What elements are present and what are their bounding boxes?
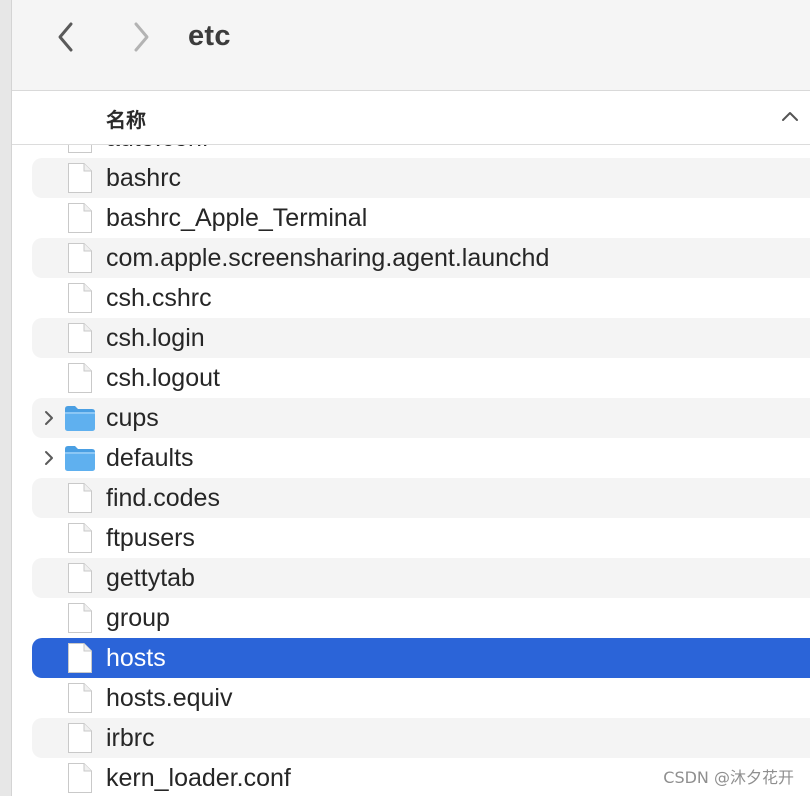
file-row[interactable]: csh.logout: [32, 358, 810, 398]
document-icon: [68, 723, 92, 753]
document-icon: [68, 283, 92, 313]
column-header-bar[interactable]: 名称: [12, 91, 810, 145]
chevron-left-icon: [58, 22, 73, 52]
file-row[interactable]: csh.login: [32, 318, 810, 358]
file-row[interactable]: find.codes: [32, 478, 810, 518]
file-name: csh.logout: [106, 364, 220, 392]
toolbar: etc: [12, 0, 810, 91]
file-row[interactable]: hosts: [32, 638, 810, 678]
chevron-up-icon[interactable]: [780, 109, 800, 123]
document-icon: [68, 163, 92, 193]
disclosure-triangle-icon[interactable]: [43, 450, 55, 466]
back-button[interactable]: [48, 19, 84, 55]
file-name: hosts: [106, 644, 166, 672]
file-name: gettytab: [106, 564, 195, 592]
file-row[interactable]: hosts.equiv: [32, 678, 810, 718]
sidebar-edge: [0, 0, 12, 796]
document-icon: [68, 643, 92, 673]
window-title: etc: [188, 20, 231, 52]
document-icon: [68, 203, 92, 233]
document-icon: [68, 763, 92, 793]
folder-row[interactable]: defaults: [32, 438, 810, 478]
document-icon: [68, 323, 92, 353]
file-name: csh.login: [106, 324, 205, 352]
file-row[interactable]: gettytab: [32, 558, 810, 598]
document-icon: [68, 243, 92, 273]
file-row[interactable]: irbrc: [32, 718, 810, 758]
document-icon: [68, 363, 92, 393]
forward-button[interactable]: [123, 19, 159, 55]
file-name: group: [106, 604, 170, 632]
file-name: kern_loader.conf: [106, 764, 291, 792]
file-row[interactable]: com.apple.screensharing.agent.launchd: [32, 238, 810, 278]
watermark: CSDN @沐夕花开: [663, 768, 794, 787]
file-name: com.apple.screensharing.agent.launchd: [106, 244, 550, 272]
file-name: cups: [106, 404, 159, 432]
chevron-right-icon: [134, 22, 149, 52]
file-name: find.codes: [106, 484, 220, 512]
file-name: bashrc_Apple_Terminal: [106, 204, 368, 232]
file-name: ftpusers: [106, 524, 195, 552]
disclosure-triangle-icon[interactable]: [43, 410, 55, 426]
file-name: irbrc: [106, 724, 155, 752]
file-name: csh.cshrc: [106, 284, 212, 312]
file-row[interactable]: ftpusers: [32, 518, 810, 558]
document-icon: [68, 523, 92, 553]
file-name: hosts.equiv: [106, 684, 233, 712]
file-name: auto.conf: [106, 145, 209, 153]
file-row[interactable]: bashrc: [32, 158, 810, 198]
file-name: bashrc: [106, 164, 182, 192]
file-row[interactable]: bashrc_Apple_Terminal: [32, 198, 810, 238]
file-row[interactable]: auto.conf: [32, 145, 810, 158]
file-name: defaults: [106, 444, 194, 472]
document-icon: [68, 563, 92, 593]
folder-icon: [65, 446, 95, 471]
document-icon: [68, 145, 92, 153]
file-list: auto.conf bashrc bashrc_Apple_Terminal com.…: [12, 145, 810, 796]
document-icon: [68, 603, 92, 633]
document-icon: [68, 483, 92, 513]
document-icon: [68, 683, 92, 713]
file-row[interactable]: group: [32, 598, 810, 638]
file-row[interactable]: csh.cshrc: [32, 278, 810, 318]
folder-icon: [65, 406, 95, 431]
folder-row[interactable]: cups: [32, 398, 810, 438]
column-header-name[interactable]: 名称: [106, 104, 146, 133]
